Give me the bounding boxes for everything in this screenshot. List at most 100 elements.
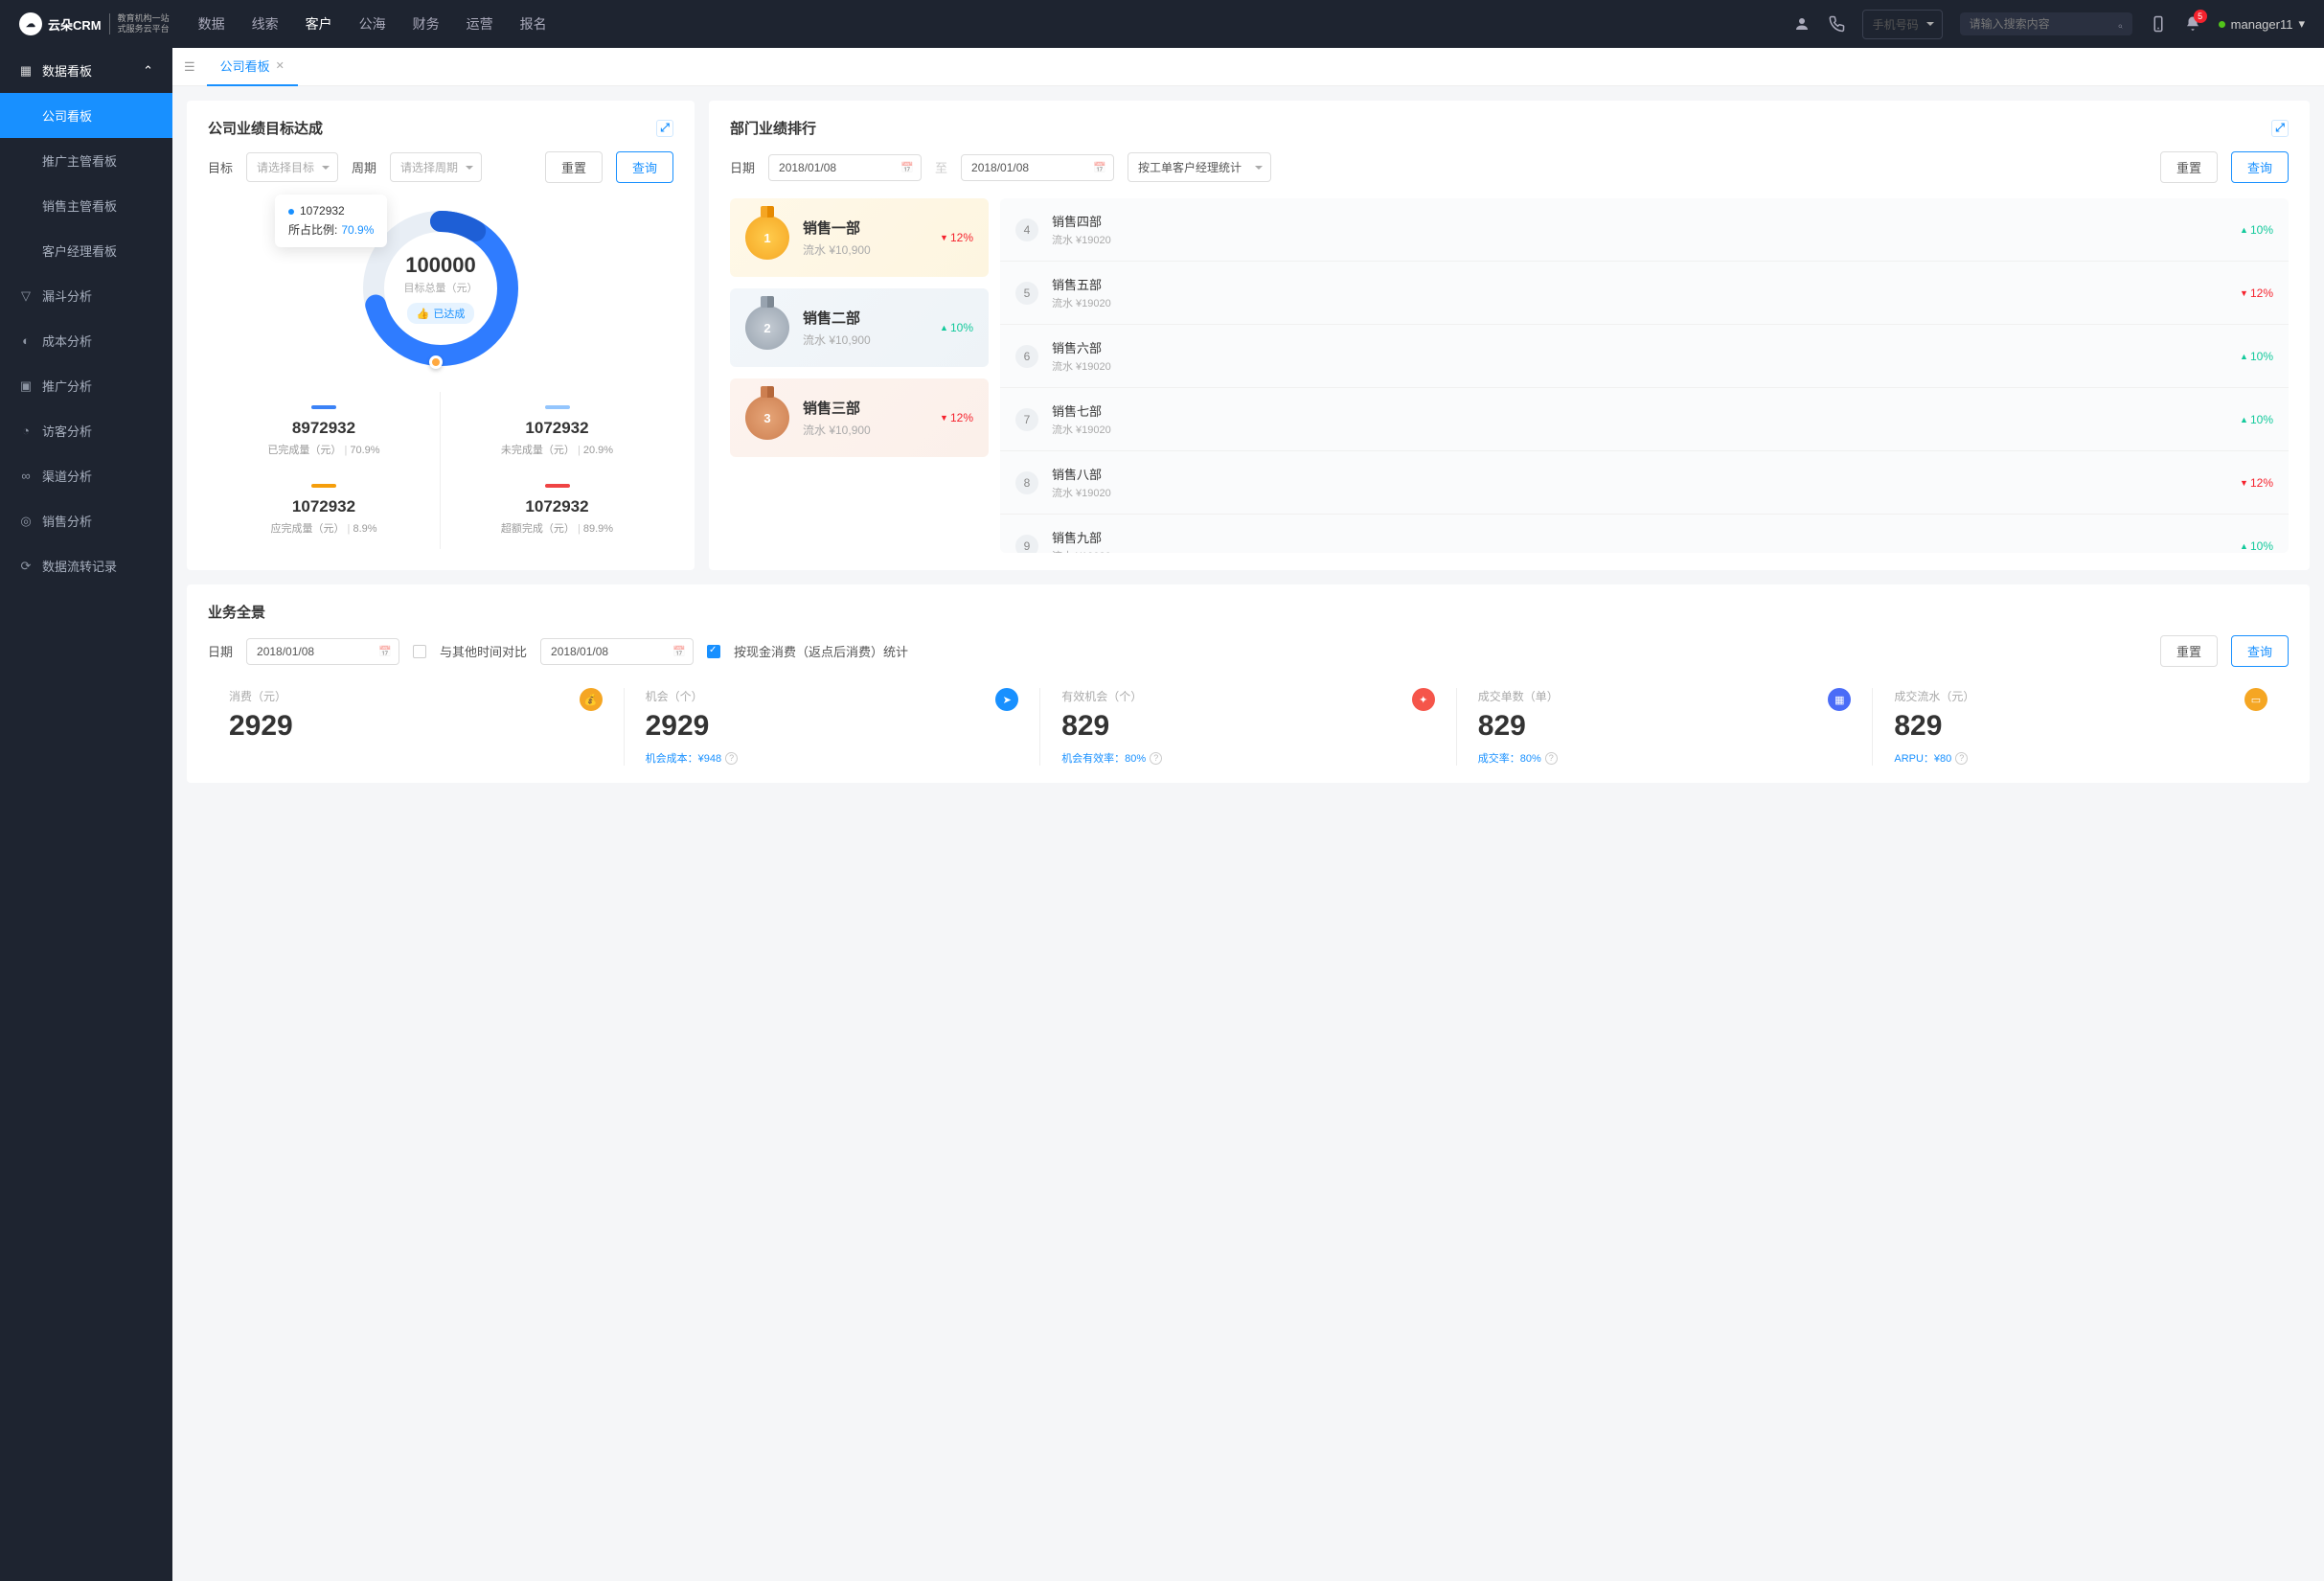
- overview-date2[interactable]: 2018/01/08: [540, 638, 694, 665]
- search-type-select[interactable]: 手机号码: [1862, 10, 1943, 39]
- sidebar-item[interactable]: 销售主管看板: [0, 183, 172, 228]
- compare-label: 与其他时间对比: [440, 642, 527, 660]
- stat-item: 1072932超额完成（元） | 89.9%: [441, 470, 673, 549]
- sidebar: ▦数据看板 ⌃ 公司看板推广主管看板销售主管看板客户经理看板 ▽漏斗分析◐成本分…: [0, 48, 172, 1581]
- sidebar-header[interactable]: ▦数据看板 ⌃: [0, 48, 172, 93]
- rank-by-select[interactable]: 按工单客户经理统计: [1128, 152, 1271, 182]
- user-menu[interactable]: manager11 ▾: [2219, 16, 2305, 32]
- rank-title: 部门业绩排行: [730, 118, 816, 138]
- rank-rest-item: 4销售四部流水 ¥19020▲10%: [1000, 198, 2289, 262]
- arrow-icon: ▲: [2240, 415, 2248, 424]
- overview-date1[interactable]: 2018/01/08: [246, 638, 399, 665]
- tab-company-board[interactable]: 公司看板 ✕: [207, 48, 298, 86]
- help-icon[interactable]: ?: [725, 752, 738, 765]
- chevron-down-icon: ▾: [2298, 16, 2305, 32]
- stat-item: 1072932未完成量（元） | 20.9%: [441, 392, 673, 470]
- help-icon[interactable]: ?: [1150, 752, 1162, 765]
- rank-rest-item: 8销售八部流水 ¥19020▼12%: [1000, 451, 2289, 515]
- reset-button[interactable]: 重置: [2160, 151, 2218, 183]
- rank-card: 部门业绩排行 ⤢ 日期 2018/01/08 至 2018/01/08 按工单客…: [709, 101, 2310, 570]
- brand-sub: 教育机构一站式服务云平台: [109, 13, 170, 34]
- sidebar-item[interactable]: 客户经理看板: [0, 228, 172, 273]
- query-button[interactable]: 查询: [616, 151, 673, 183]
- sidebar-item[interactable]: ∞渠道分析: [0, 453, 172, 498]
- date-sep: 至: [935, 158, 947, 176]
- rank-rest-item: 9销售九部流水 ¥19020▲10%: [1000, 515, 2289, 553]
- metric-item: ➤机会（个）2929机会成本：¥948 ?: [625, 688, 1041, 766]
- nav-icon: ∞: [19, 470, 33, 483]
- user-icon[interactable]: [1793, 15, 1811, 33]
- rank-rest-item: 5销售五部流水 ¥19020▼12%: [1000, 262, 2289, 325]
- medal-icon: 1: [745, 216, 789, 260]
- topnav-item[interactable]: 公海: [359, 14, 386, 34]
- rank-top-item: 2销售二部流水 ¥10,900▲10%: [730, 288, 989, 367]
- date-label: 日期: [730, 158, 755, 176]
- topnav-item[interactable]: 数据: [198, 14, 225, 34]
- topbar: ☁ 云朵CRM 教育机构一站式服务云平台 数据线索客户公海财务运营报名 手机号码…: [0, 0, 2324, 48]
- topnav-item[interactable]: 线索: [252, 14, 279, 34]
- topnav-item[interactable]: 财务: [413, 14, 440, 34]
- collapse-icon[interactable]: ☰: [184, 59, 195, 75]
- sidebar-item[interactable]: ▽漏斗分析: [0, 273, 172, 318]
- query-button[interactable]: 查询: [2231, 151, 2289, 183]
- reset-button[interactable]: 重置: [2160, 635, 2218, 667]
- sidebar-item[interactable]: ◎销售分析: [0, 498, 172, 543]
- goal-total-label: 目标总量（元）: [404, 280, 478, 295]
- topnav-item[interactable]: 客户: [306, 14, 332, 34]
- query-button[interactable]: 查询: [2231, 635, 2289, 667]
- sidebar-item[interactable]: ◐成本分析: [0, 318, 172, 363]
- stat-item: 1072932应完成量（元） | 8.9%: [208, 470, 441, 549]
- arrow-icon: ▲: [2240, 225, 2248, 235]
- metric-icon: ▦: [1828, 688, 1851, 711]
- bell-icon[interactable]: 5: [2184, 15, 2201, 33]
- topnav-item[interactable]: 报名: [520, 14, 547, 34]
- date-to-input[interactable]: 2018/01/08: [961, 154, 1114, 181]
- date-from-input[interactable]: 2018/01/08: [768, 154, 922, 181]
- overview-card: 业务全景 日期 2018/01/08 与其他时间对比 2018/01/08 按现…: [187, 584, 2310, 783]
- overview-title: 业务全景: [208, 602, 265, 622]
- expand-icon[interactable]: ⤢: [2271, 120, 2289, 137]
- sidebar-item[interactable]: ▣推广分析: [0, 363, 172, 408]
- nav-icon: ◔: [19, 424, 33, 438]
- sidebar-item[interactable]: 推广主管看板: [0, 138, 172, 183]
- chart-tooltip: 1072932 所占比例:70.9%: [275, 195, 387, 247]
- rank-top-item: 1销售一部流水 ¥10,900▼12%: [730, 198, 989, 277]
- goal-title: 公司业绩目标达成: [208, 118, 323, 138]
- nav-icon: ▽: [19, 289, 33, 303]
- close-icon[interactable]: ✕: [276, 59, 285, 72]
- thumbs-up-icon: 👍: [417, 308, 430, 320]
- period-select[interactable]: 请选择周期: [390, 152, 482, 182]
- metric-item: 💰消费（元）2929: [208, 688, 625, 766]
- search-icon[interactable]: [2118, 17, 2123, 31]
- chevron-up-icon: ⌃: [143, 63, 153, 79]
- search-input[interactable]: [1970, 17, 2118, 31]
- arrow-icon: ▼: [940, 233, 948, 242]
- sidebar-item[interactable]: ⟳数据流转记录: [0, 543, 172, 588]
- topnav: 数据 线索 客户 公海 财务 运营 报名: [198, 14, 547, 34]
- compare-checkbox[interactable]: [413, 645, 426, 658]
- help-icon[interactable]: ?: [1545, 752, 1558, 765]
- arrow-icon: ▼: [2240, 288, 2248, 298]
- achieved-tag: 👍已达成: [407, 303, 475, 324]
- reset-button[interactable]: 重置: [545, 151, 603, 183]
- nav-icon: ◎: [19, 515, 33, 528]
- topnav-item[interactable]: 运营: [467, 14, 493, 34]
- rank-rest-item: 7销售七部流水 ¥19020▲10%: [1000, 388, 2289, 451]
- arrow-icon: ▲: [940, 323, 948, 332]
- metric-icon: ✦: [1412, 688, 1435, 711]
- phone-icon[interactable]: [1828, 15, 1845, 33]
- sidebar-item[interactable]: 公司看板: [0, 93, 172, 138]
- expand-icon[interactable]: ⤢: [656, 120, 673, 137]
- metric-icon: ▭: [2244, 688, 2267, 711]
- mobile-icon[interactable]: [2150, 15, 2167, 33]
- target-select[interactable]: 请选择目标: [246, 152, 338, 182]
- tab-label: 公司看板: [220, 57, 270, 75]
- goal-card: 公司业绩目标达成 ⤢ 目标 请选择目标 周期 请选择周期 重置 查询: [187, 101, 695, 570]
- cash-checkbox[interactable]: [707, 645, 720, 658]
- metric-icon: ➤: [995, 688, 1018, 711]
- sidebar-item[interactable]: ◔访客分析: [0, 408, 172, 453]
- username: manager11: [2231, 17, 2293, 32]
- medal-icon: 3: [745, 396, 789, 440]
- help-icon[interactable]: ?: [1955, 752, 1968, 765]
- goal-total: 100000: [405, 253, 475, 278]
